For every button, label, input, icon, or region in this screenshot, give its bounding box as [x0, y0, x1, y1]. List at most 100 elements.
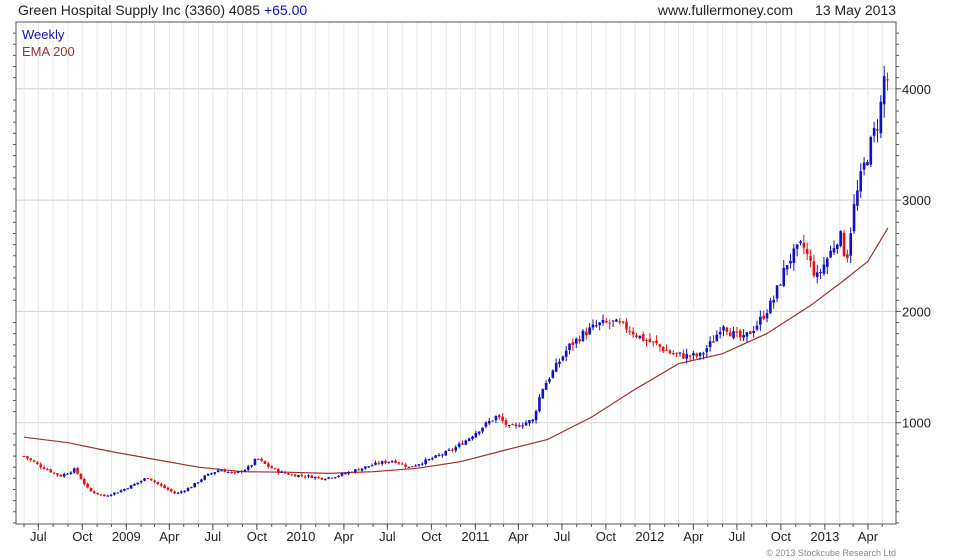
candle-body: [477, 431, 481, 434]
candle-body: [685, 354, 689, 359]
candle-body: [742, 334, 745, 338]
candle-body: [32, 460, 36, 462]
candle-body: [69, 472, 73, 474]
candle-body: [876, 129, 879, 131]
candle-body: [732, 331, 735, 338]
candle-body: [795, 244, 799, 249]
candle-body: [715, 334, 719, 342]
candle-body: [497, 415, 501, 418]
candle-body: [76, 467, 79, 474]
candle-body: [126, 488, 130, 490]
candle-body: [200, 479, 203, 482]
candle-body: [103, 494, 106, 497]
candle-body: [146, 478, 150, 480]
candle-body: [508, 425, 511, 427]
candle-body: [872, 128, 876, 136]
candle-body: [779, 284, 782, 286]
candle-body: [354, 469, 357, 473]
candle-body: [775, 285, 779, 299]
x-tick-label: Jul: [554, 529, 571, 544]
candle-body: [333, 477, 337, 479]
candle-body: [688, 355, 692, 357]
x-axis: Jul Oct 2009 Apr Jul Oct 2010 Apr Jul Oct 2011 Apr J…: [23, 524, 883, 544]
candle-body: [407, 466, 411, 468]
candle-body: [842, 232, 846, 257]
candle-body: [869, 136, 873, 165]
candle-body: [558, 361, 561, 364]
candle-body: [293, 474, 297, 477]
candle-body: [474, 433, 478, 438]
candle-body: [538, 397, 541, 412]
candle-body: [380, 461, 384, 464]
candle-body: [370, 465, 374, 467]
candle-body: [722, 326, 725, 331]
candle-body: [210, 473, 213, 475]
candle-body: [52, 472, 56, 474]
candle-body: [310, 475, 314, 479]
candle-body: [109, 494, 113, 496]
x-tick-label: Apr: [334, 529, 355, 544]
x-tick-label: Jul: [205, 529, 222, 544]
candle-body: [544, 383, 548, 390]
candle-body: [728, 332, 732, 337]
candle-body: [243, 469, 247, 472]
candle-body: [290, 474, 294, 476]
candle-body: [635, 335, 638, 337]
candle-body: [357, 469, 360, 471]
candle-body: [598, 322, 601, 326]
candle-body: [661, 347, 665, 352]
candle-body: [759, 316, 762, 325]
candle-body: [327, 477, 330, 479]
candle-body: [307, 475, 310, 477]
candle-body: [113, 492, 116, 495]
candle-body: [568, 343, 571, 350]
candle-body: [702, 353, 705, 355]
candle-body: [504, 420, 508, 425]
candle-body: [377, 462, 381, 464]
candle-body: [223, 470, 227, 473]
candle-body: [42, 467, 46, 470]
candle-body: [608, 322, 612, 324]
candle-body: [263, 460, 267, 464]
candle-body: [615, 319, 618, 322]
candle-body: [648, 338, 652, 342]
candle-body: [708, 341, 712, 347]
candle-body: [886, 79, 889, 81]
candle-body: [136, 482, 140, 485]
candle-body: [815, 272, 819, 278]
candle-body: [578, 339, 581, 342]
candle-body: [431, 458, 434, 460]
candle-body: [89, 487, 93, 492]
candle-body: [457, 443, 461, 447]
candle-body: [481, 427, 484, 432]
x-tick-label: 2009: [112, 529, 141, 544]
candle-body: [846, 254, 849, 259]
candle-body: [832, 248, 836, 253]
candle-body: [56, 473, 59, 476]
candle-body: [22, 456, 26, 458]
candle-body: [705, 348, 709, 353]
candle-body: [698, 352, 702, 356]
ema-layer: [23, 227, 889, 475]
candle-body: [631, 331, 635, 335]
candle-body: [675, 352, 678, 354]
candle-body: [461, 443, 464, 445]
candle-body: [260, 458, 263, 461]
candle-body: [809, 256, 812, 261]
y-tick-label: 4000: [902, 82, 931, 97]
candle-body: [340, 473, 344, 476]
candle-body: [82, 478, 86, 485]
candle-body: [364, 466, 367, 469]
candle-body: [153, 480, 156, 482]
candle-body: [39, 464, 43, 468]
candle-body: [561, 356, 565, 361]
candle-body: [367, 466, 371, 468]
candle-body: [441, 454, 444, 456]
candle-body: [156, 481, 160, 484]
candle-body: [427, 458, 431, 461]
candle-body: [668, 350, 672, 354]
candle-body: [330, 477, 334, 479]
candle-body: [805, 249, 809, 255]
candle-body: [738, 330, 742, 338]
candle-body: [491, 420, 494, 422]
